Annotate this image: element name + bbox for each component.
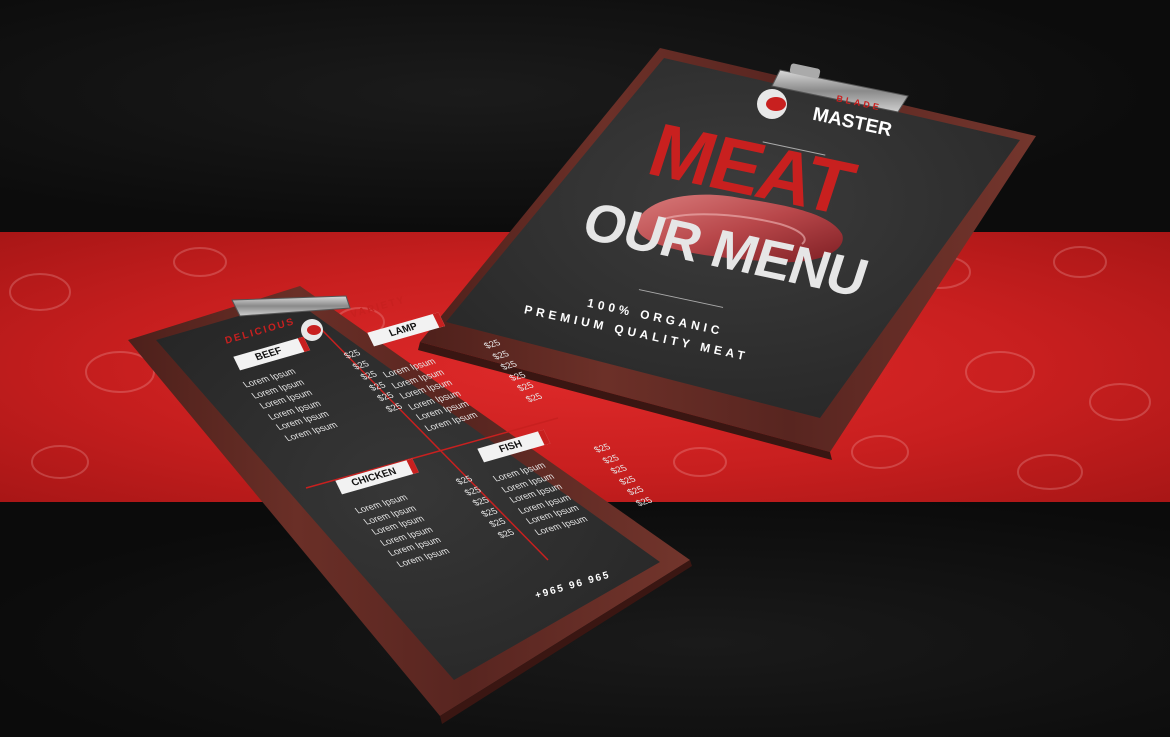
mockup-scene: BLADE MASTER MEAT OUR MENU 100% ORGANIC … xyxy=(0,0,1170,737)
menu-clipboard xyxy=(128,286,692,724)
